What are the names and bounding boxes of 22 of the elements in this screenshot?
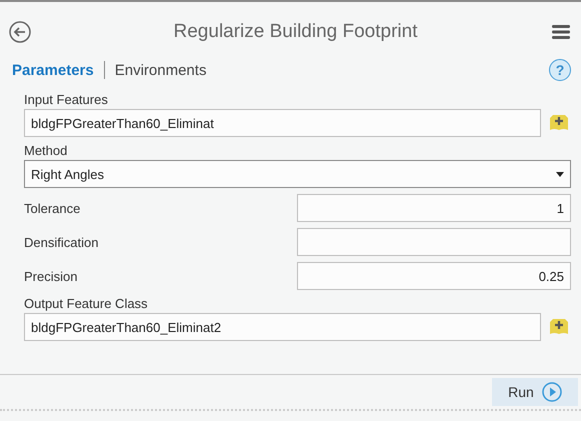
input-field[interactable]: bldgFPGreaterThan60_Eliminat — [24, 109, 541, 137]
folder-add-icon[interactable] — [549, 114, 569, 132]
tab[interactable]: Parameters — [12, 62, 94, 78]
run-button[interactable]: Run — [492, 378, 578, 406]
field-label: Input Features — [24, 92, 109, 107]
field-label: Method — [24, 143, 68, 158]
field-label: Precision — [24, 268, 78, 284]
dropdown[interactable]: Right Angles — [24, 160, 571, 188]
input-field[interactable]: 1 — [297, 194, 571, 222]
field-label: Tolerance — [24, 200, 80, 216]
input-field[interactable]: bldgFPGreaterThan60_Eliminat2 — [24, 313, 541, 341]
window-title: Regularize Building Footprint — [172, 21, 418, 43]
input-field[interactable] — [297, 228, 571, 256]
field-label: Densification — [24, 234, 98, 250]
tab[interactable]: Environments — [114, 62, 206, 78]
menu-icon[interactable] — [552, 24, 570, 40]
input-field[interactable]: 0.25 — [297, 262, 571, 290]
field-label: Output Feature Class — [24, 296, 149, 311]
caret-icon — [556, 172, 564, 176]
play-icon — [542, 382, 562, 402]
back-icon[interactable] — [9, 21, 31, 43]
folder-add-icon[interactable] — [549, 318, 569, 336]
